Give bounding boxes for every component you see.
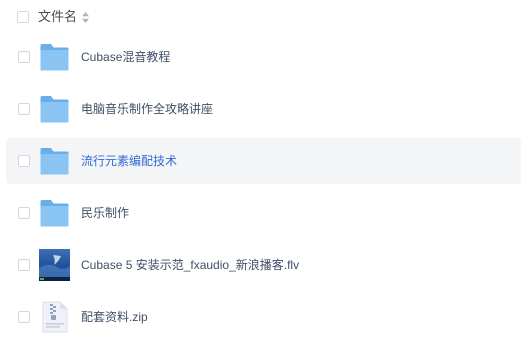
zip-file-icon — [42, 301, 68, 333]
file-row-cubase-video[interactable]: Cubase 5 安装示范_fxaudio_新浪播客.flv — [6, 242, 521, 288]
row-checkbox[interactable] — [18, 259, 30, 271]
file-row-materials-zip[interactable]: 配套资料.zip — [6, 294, 521, 340]
file-name[interactable]: 配套资料.zip — [81, 308, 148, 326]
folder-icon — [40, 148, 69, 175]
file-row-pop-arranging[interactable]: 流行元素编配技术 — [6, 138, 521, 184]
row-checkbox[interactable] — [18, 207, 30, 219]
file-name[interactable]: Cubase混音教程 — [81, 48, 170, 66]
file-name[interactable]: 电脑音乐制作全攻略讲座 — [81, 100, 213, 118]
file-name[interactable]: 流行元素编配技术 — [81, 152, 177, 170]
sort-icon[interactable] — [82, 12, 89, 23]
file-name[interactable]: Cubase 5 安装示范_fxaudio_新浪播客.flv — [81, 256, 299, 274]
file-list-header: 文件名 — [0, 0, 521, 34]
file-list: 文件名 Cubase混音教程 电脑音乐制作全攻略讲座 流行元素编配技术 民乐制作… — [0, 0, 521, 362]
row-checkbox[interactable] — [18, 311, 30, 323]
folder-icon — [40, 96, 69, 123]
video-thumbnail-icon — [39, 249, 70, 281]
file-row-folk-music[interactable]: 民乐制作 — [6, 190, 521, 236]
folder-icon — [40, 200, 69, 227]
filename-column-header[interactable]: 文件名 — [38, 9, 77, 25]
file-row-computer-music[interactable]: 电脑音乐制作全攻略讲座 — [6, 86, 521, 132]
select-all-checkbox[interactable] — [17, 11, 29, 23]
row-checkbox[interactable] — [18, 51, 30, 63]
row-checkbox[interactable] — [18, 155, 30, 167]
file-row-cubase-mixing[interactable]: Cubase混音教程 — [6, 34, 521, 80]
row-checkbox[interactable] — [18, 103, 30, 115]
file-name[interactable]: 民乐制作 — [81, 204, 129, 222]
folder-icon — [40, 44, 69, 71]
